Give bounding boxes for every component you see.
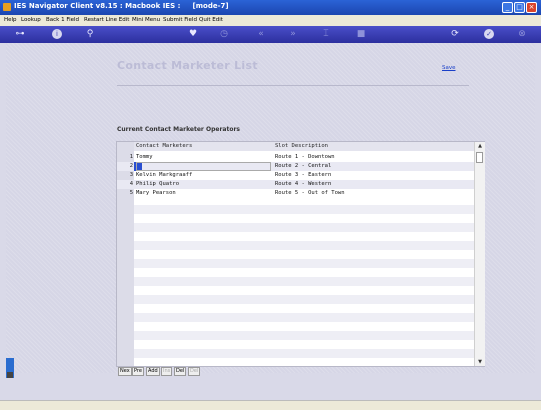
menu-quit-edit[interactable]: Quit Edit [199, 17, 223, 23]
menu-mini-menu[interactable]: Mini Menu [132, 17, 160, 23]
empty-row[interactable] [134, 340, 474, 349]
exit-key-icon[interactable]: ⊶ [10, 29, 30, 40]
marketer-cell[interactable]: Tommy [136, 154, 153, 160]
app-icon [3, 3, 11, 11]
marketer-cell[interactable]: Mary Pearson [136, 190, 176, 196]
minimize-button[interactable]: _ [502, 2, 513, 13]
app-window: IES Navigator Client v8.15 : Macbook IES… [0, 0, 541, 410]
empty-row[interactable] [134, 223, 474, 232]
next-button[interactable]: Nex [118, 367, 132, 376]
empty-row[interactable] [134, 232, 474, 241]
delete-all-button[interactable]: Del [188, 367, 201, 376]
row-number: 1 [129, 154, 133, 160]
marketer-table: Contact Marketers Slot Description 1 Tom… [116, 141, 485, 367]
toolbar: ⊶ i ⚲ ♥ ◷ « » ⌶ ■ ⟳ ✓ ⊗ [0, 26, 541, 43]
slot-cell: Route 1 - Downtown [275, 154, 335, 160]
column-header-marketers: Contact Marketers [136, 143, 193, 149]
empty-row[interactable] [134, 277, 474, 286]
marketer-input[interactable] [136, 162, 271, 171]
cursor-icon[interactable]: ⌶ [320, 29, 332, 40]
divider [117, 85, 469, 86]
check-icon[interactable]: ✓ [484, 29, 494, 39]
window-title: IES Navigator Client v8.15 : Macbook IES… [14, 2, 229, 10]
stop-icon[interactable]: ■ [355, 29, 367, 40]
marketer-cell[interactable]: Kelvin Markgraaff [136, 172, 192, 178]
menu-bar: Help Lookup Back 1 Field Restart Line Ed… [0, 15, 541, 26]
menu-submit-field[interactable]: Submit Field [163, 17, 197, 23]
save-link[interactable]: Save [442, 65, 456, 71]
scroll-thumb[interactable] [476, 152, 483, 163]
fast-forward-icon[interactable]: » [287, 29, 299, 40]
marketer-cell[interactable]: Philip Quatro [136, 181, 179, 187]
page-title: Contact Marketer List [117, 59, 258, 72]
empty-row[interactable] [134, 268, 474, 277]
add-button[interactable]: Add [146, 367, 160, 376]
heart-icon[interactable]: ♥ [187, 29, 199, 40]
empty-row[interactable] [134, 349, 474, 358]
empty-row[interactable] [134, 304, 474, 313]
insert-button[interactable]: Ins [161, 367, 173, 376]
table-row[interactable]: 4 Philip Quatro Route 4 - Western [117, 180, 474, 189]
table-row[interactable]: 1 Tommy Route 1 - Downtown [117, 153, 474, 162]
vertical-scrollbar[interactable]: ▲ ▼ [474, 142, 485, 366]
close-icon[interactable]: ⊗ [516, 29, 528, 40]
empty-row[interactable] [134, 205, 474, 214]
slot-cell: Route 4 - Western [275, 181, 332, 187]
empty-row[interactable] [134, 286, 474, 295]
scroll-down-icon[interactable]: ▼ [475, 358, 485, 366]
title-bar: IES Navigator Client v8.15 : Macbook IES… [0, 0, 541, 15]
previous-button[interactable]: Pre [132, 367, 144, 376]
row-number: 4 [129, 181, 133, 187]
slot-cell: Route 2 - Central [275, 163, 332, 169]
menu-restart-line-edit[interactable]: Restart Line Edit [84, 17, 129, 23]
info-icon[interactable]: i [52, 29, 62, 39]
menu-back-1-field[interactable]: Back 1 Field [46, 17, 79, 23]
section-label: Current Contact Marketer Operators [117, 126, 240, 133]
clock-icon[interactable]: ◷ [218, 29, 230, 40]
row-number: 2 [129, 163, 133, 169]
empty-row[interactable] [134, 313, 474, 322]
menu-help[interactable]: Help [4, 17, 17, 23]
scroll-up-icon[interactable]: ▲ [475, 142, 485, 150]
row-number: 5 [129, 190, 133, 196]
empty-row[interactable] [134, 295, 474, 304]
column-header-slot: Slot Description [275, 143, 328, 149]
empty-row[interactable] [134, 259, 474, 268]
close-window-button[interactable]: × [526, 2, 537, 13]
search-icon[interactable]: ⚲ [84, 29, 96, 40]
table-row-active[interactable]: 2 Route 2 - Central [117, 162, 474, 171]
table-row[interactable]: 3 Kelvin Markgraaff Route 3 - Eastern [117, 171, 474, 180]
column-header: Contact Marketers Slot Description [134, 142, 474, 151]
slot-cell: Route 5 - Out of Town [275, 190, 345, 196]
row-number: 3 [129, 172, 133, 178]
save-icon[interactable]: ⟳ [449, 29, 461, 40]
empty-row[interactable] [134, 250, 474, 259]
empty-row[interactable] [134, 214, 474, 223]
side-panel-icon [7, 372, 13, 378]
delete-button[interactable]: Del [174, 367, 187, 376]
slot-cell: Route 3 - Eastern [275, 172, 332, 178]
empty-row[interactable] [134, 331, 474, 340]
table-row[interactable]: 5 Mary Pearson Route 5 - Out of Town [117, 189, 474, 198]
maximize-button[interactable]: □ [514, 2, 525, 13]
rewind-icon[interactable]: « [255, 29, 267, 40]
empty-row[interactable] [134, 241, 474, 250]
empty-row[interactable] [134, 322, 474, 331]
menu-lookup[interactable]: Lookup [21, 17, 41, 23]
